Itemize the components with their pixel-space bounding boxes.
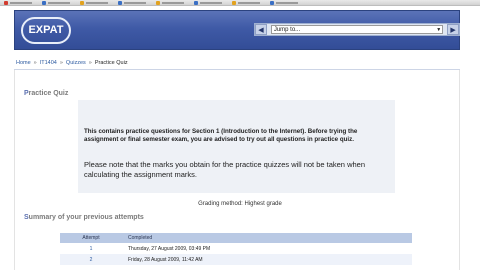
- quiz-intro-box: [78, 100, 395, 193]
- arrow-right-icon: ▶: [450, 26, 456, 34]
- bookmark-item[interactable]: [156, 0, 184, 5]
- attempt-number-link[interactable]: 1: [60, 243, 122, 254]
- breadcrumb-home[interactable]: Home: [16, 60, 31, 66]
- breadcrumb-separator: »: [59, 60, 63, 66]
- bookmark-icon: [270, 0, 274, 5]
- attempts-table: Attempt Completed 1 Thursday, 27 August …: [60, 233, 412, 265]
- bookmark-item[interactable]: [194, 0, 222, 5]
- bookmark-item[interactable]: [232, 0, 260, 5]
- bookmark-item[interactable]: [4, 0, 32, 5]
- site-header: EXPAT ◀ Jump to... ▼ ▶: [14, 10, 460, 50]
- bookmark-item[interactable]: [270, 0, 298, 5]
- table-header-row: Attempt Completed: [60, 233, 412, 243]
- bookmark-icon: [4, 0, 8, 5]
- arrow-left-icon: ◀: [258, 26, 264, 34]
- bookmark-icon: [118, 0, 122, 5]
- breadcrumb-course[interactable]: IT1404: [40, 60, 57, 66]
- quiz-note-text: Please note that the marks you obtain fo…: [84, 160, 365, 179]
- site-logo[interactable]: EXPAT: [21, 17, 71, 44]
- grading-method: Grading method: Highest grade: [198, 201, 282, 207]
- summary-heading: Summary of your previous attempts: [24, 214, 144, 221]
- breadcrumb-current: Practice Quiz: [94, 60, 128, 66]
- jump-to-label: Jump to...: [273, 27, 301, 33]
- bookmark-icon: [232, 0, 236, 5]
- breadcrumb: Home» IT1404» Quizzes» Practice Quiz: [14, 56, 460, 70]
- breadcrumb-quizzes[interactable]: Quizzes: [66, 60, 86, 66]
- attempt-number-link[interactable]: 2: [60, 254, 122, 265]
- chevron-down-icon: ▼: [436, 27, 442, 33]
- jump-navigation: ◀ Jump to... ▼ ▶: [254, 23, 460, 36]
- browser-bookmarks-bar: [0, 0, 480, 6]
- bookmark-icon: [80, 0, 84, 5]
- completed-date: Thursday, 27 August 2009, 03:49 PM: [122, 243, 412, 254]
- column-header-completed: Completed: [122, 233, 412, 243]
- column-header-attempt: Attempt: [60, 233, 122, 243]
- bookmark-item[interactable]: [42, 0, 70, 5]
- bookmark-icon: [42, 0, 46, 5]
- completed-date: Friday, 28 August 2009, 11:42 AM: [122, 254, 412, 265]
- jump-to-select[interactable]: Jump to... ▼: [270, 25, 444, 34]
- bookmark-icon: [156, 0, 160, 5]
- bookmark-item[interactable]: [118, 0, 146, 5]
- quiz-intro-text: This contains practice questions for Sec…: [84, 128, 358, 143]
- page-title: Practice Quiz: [24, 90, 69, 97]
- table-row: 1 Thursday, 27 August 2009, 03:49 PM: [60, 243, 412, 254]
- breadcrumb-separator: »: [33, 60, 37, 66]
- previous-activity-button[interactable]: ◀: [255, 24, 267, 35]
- breadcrumb-separator: »: [88, 60, 92, 66]
- table-row: 2 Friday, 28 August 2009, 11:42 AM: [60, 254, 412, 265]
- bookmark-item[interactable]: [80, 0, 108, 5]
- bookmark-icon: [194, 0, 198, 5]
- next-activity-button[interactable]: ▶: [447, 24, 459, 35]
